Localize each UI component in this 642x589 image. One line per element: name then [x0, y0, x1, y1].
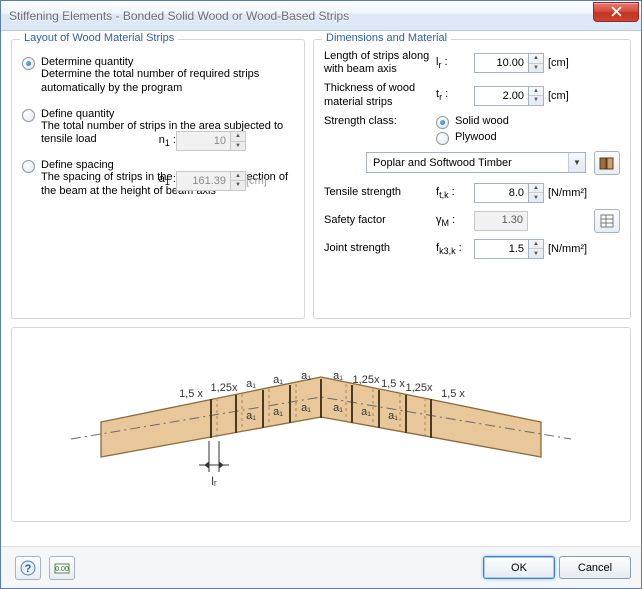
unit: [cm] — [548, 90, 602, 102]
tr-spinner[interactable]: ▲▼ — [474, 86, 544, 106]
tensile-label: Tensile strength — [324, 186, 432, 199]
a1-spinner: ▲▼ — [176, 171, 246, 191]
strength-class-label: Strength class: — [324, 115, 432, 128]
option-solid-wood[interactable]: Solid wood — [436, 115, 509, 129]
help-icon: ? — [20, 560, 36, 576]
radio-define-spacing[interactable] — [22, 160, 35, 173]
joint-symbol: fk3,k : — [436, 242, 470, 256]
footer: ? 0.00 OK Cancel — [1, 546, 641, 588]
n1-spinner: ▲▼ — [176, 131, 246, 151]
gamma-m-display: 1.30 — [474, 211, 528, 231]
svg-text:a₁: a₁ — [273, 374, 283, 386]
unit: [N/mm²] — [548, 187, 602, 199]
spinner-arrows[interactable]: ▲▼ — [528, 239, 544, 259]
option-determine-quantity[interactable]: Determine quantity Determine the total n… — [22, 56, 294, 96]
option-desc: Determine the total number of required s… — [41, 68, 294, 96]
ok-button[interactable]: OK — [483, 556, 555, 579]
svg-text:1,25x: 1,25x — [406, 382, 433, 394]
tr-input[interactable] — [474, 86, 528, 106]
svg-text:a₁: a₁ — [273, 406, 283, 418]
param-symbol: n1 : — [159, 134, 176, 148]
unit: [N/mm²] — [548, 243, 602, 255]
dimensions-legend: Dimensions and Material — [322, 32, 451, 44]
content: Layout of Wood Material Strips Determine… — [1, 31, 641, 546]
svg-text:1,5 x: 1,5 x — [381, 378, 405, 390]
svg-text:?: ? — [25, 563, 32, 575]
svg-text:1,25x: 1,25x — [211, 382, 238, 394]
fk3k-spinner[interactable]: ▲▼ — [474, 239, 544, 259]
plywood-label: Plywood — [455, 131, 497, 145]
fk3k-input[interactable] — [474, 239, 528, 259]
radio-solid-wood[interactable] — [436, 116, 449, 129]
beam-diagram: 1,5 x 1,25x a₁ a₁ a₁ a₁ 1,25x 1,5 x 1,25… — [41, 337, 601, 512]
lr-spinner[interactable]: ▲▼ — [474, 53, 544, 73]
svg-text:1,5 x: 1,5 x — [179, 388, 203, 400]
timber-select-value: Poplar and Softwood Timber — [367, 157, 568, 169]
joint-label: Joint strength — [324, 242, 432, 255]
svg-text:a₁: a₁ — [388, 410, 398, 422]
svg-text:0.00: 0.00 — [55, 566, 69, 573]
svg-text:1,5 x: 1,5 x — [441, 388, 465, 400]
thickness-symbol: tr : — [436, 88, 470, 102]
unit: [cm] — [246, 175, 294, 187]
spinner-arrows[interactable]: ▲▼ — [528, 53, 544, 73]
units-button[interactable]: 0.00 — [49, 556, 75, 580]
svg-text:a₁: a₁ — [333, 402, 343, 414]
close-icon — [611, 6, 622, 17]
option-label: Define spacing — [41, 159, 294, 171]
n1-input — [176, 131, 230, 151]
radio-define-quantity[interactable] — [22, 109, 35, 122]
titlebar: Stiffening Elements - Bonded Solid Wood … — [1, 1, 641, 31]
svg-text:a₁: a₁ — [301, 370, 311, 382]
diagram-panel: 1,5 x 1,25x a₁ a₁ a₁ a₁ 1,25x 1,5 x 1,25… — [11, 327, 631, 522]
radio-plywood[interactable] — [436, 132, 449, 145]
book-icon — [599, 156, 615, 170]
ftk-input[interactable] — [474, 183, 528, 203]
timber-select[interactable]: Poplar and Softwood Timber ▼ — [366, 152, 586, 173]
spinner-arrows: ▲▼ — [230, 171, 246, 191]
option-plywood[interactable]: Plywood — [436, 131, 509, 145]
table-icon — [600, 214, 614, 228]
a1-input — [176, 171, 230, 191]
solid-wood-label: Solid wood — [455, 115, 509, 129]
unit: [cm] — [548, 57, 602, 69]
length-symbol: lr : — [436, 56, 470, 70]
param-symbol: a1 : — [159, 173, 176, 187]
safety-symbol: γM : — [436, 214, 470, 228]
safety-label: Safety factor — [324, 214, 432, 227]
library-button[interactable] — [594, 151, 620, 175]
svg-text:a₁: a₁ — [246, 410, 256, 422]
layout-groupbox: Layout of Wood Material Strips Determine… — [11, 39, 305, 319]
safety-edit-button[interactable] — [594, 209, 620, 233]
ftk-spinner[interactable]: ▲▼ — [474, 183, 544, 203]
option-label: Determine quantity — [41, 56, 294, 68]
svg-text:a₁: a₁ — [361, 406, 371, 418]
radio-determine-quantity[interactable] — [22, 57, 35, 70]
help-button[interactable]: ? — [15, 556, 41, 580]
thickness-label: Thickness of wood material strips — [324, 82, 432, 108]
layout-legend: Layout of Wood Material Strips — [20, 32, 178, 44]
lr-input[interactable] — [474, 53, 528, 73]
spinner-arrows: ▲▼ — [230, 131, 246, 151]
length-label: Length of strips along with beam axis — [324, 50, 432, 76]
svg-text:a₁: a₁ — [301, 402, 311, 414]
svg-text:lᵣ: lᵣ — [211, 474, 217, 488]
spinner-arrows[interactable]: ▲▼ — [528, 183, 544, 203]
svg-text:a₁: a₁ — [333, 370, 343, 382]
option-label: Define quantity — [41, 108, 294, 120]
spinner-arrows[interactable]: ▲▼ — [528, 86, 544, 106]
window-title: Stiffening Elements - Bonded Solid Wood … — [9, 9, 593, 23]
tensile-symbol: ft,k : — [436, 186, 470, 200]
units-icon: 0.00 — [54, 561, 70, 575]
chevron-down-icon: ▼ — [568, 153, 585, 172]
svg-text:a₁: a₁ — [246, 378, 256, 390]
cancel-button[interactable]: Cancel — [559, 556, 631, 579]
close-button[interactable] — [593, 2, 639, 22]
dimensions-groupbox: Dimensions and Material Length of strips… — [313, 39, 631, 319]
svg-text:1,25x: 1,25x — [353, 374, 380, 386]
